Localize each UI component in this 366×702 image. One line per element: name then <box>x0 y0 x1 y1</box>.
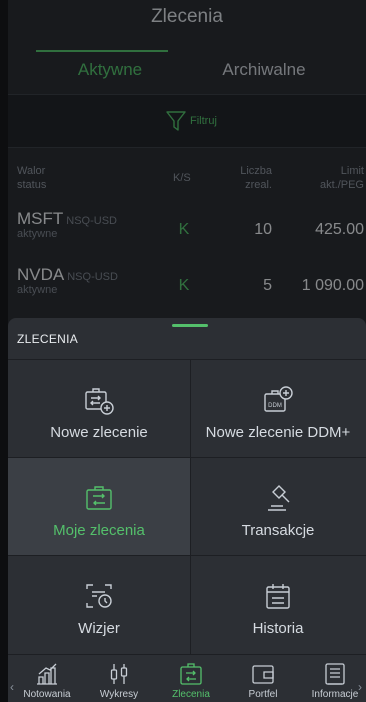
nav-scroll-left-icon[interactable]: ‹ <box>10 680 14 694</box>
calendar-icon <box>266 584 290 609</box>
divider <box>8 555 366 556</box>
sheet-drag-handle[interactable] <box>172 324 208 327</box>
new-order-icon <box>85 388 114 415</box>
nav-item-notowania[interactable]: Notowania <box>12 655 82 702</box>
gavel-icon <box>268 485 290 511</box>
tile-label: Nowe zlecenie <box>50 424 148 441</box>
tile-label: Historia <box>252 620 304 637</box>
nav-item-wykresy[interactable]: Wykresy <box>84 655 154 702</box>
wallet-icon <box>252 665 274 684</box>
nav-item-zlecenia[interactable]: Zlecenia <box>156 655 226 702</box>
scrim[interactable] <box>8 0 366 330</box>
nav-label: Portfel <box>248 689 278 700</box>
divider <box>8 457 366 458</box>
tile-transactions[interactable]: Transakcje <box>190 458 366 556</box>
nav-label: Notowania <box>23 689 71 700</box>
orders-icon <box>180 663 202 685</box>
nav-item-portfel[interactable]: Portfel <box>228 655 298 702</box>
tile-my-orders[interactable]: Moje zlecenia <box>8 458 190 556</box>
news-icon <box>325 663 345 685</box>
nav-scroll-right-icon[interactable]: › <box>358 680 362 694</box>
divider <box>8 359 366 360</box>
tile-label: Transakcje <box>241 522 315 539</box>
tile-viewer[interactable]: Wizjer <box>8 556 190 654</box>
divider <box>190 360 191 654</box>
tile-label: Moje zlecenia <box>53 522 145 539</box>
my-orders-icon <box>86 486 112 510</box>
bottom-nav: Notowania Wykresy Zlecenia Portfel Infor… <box>8 655 366 702</box>
chart-icon <box>37 663 57 685</box>
new-order-ddm-icon: DDM <box>264 386 293 412</box>
tile-history[interactable]: Historia <box>190 556 366 654</box>
tile-label: Wizjer <box>78 620 120 637</box>
nav-label: Zlecenia <box>172 689 210 700</box>
tile-new-order-ddm[interactable]: DDM Nowe zlecenie DDM+ <box>190 360 366 458</box>
sheet-title: ZLECENIA <box>17 332 79 346</box>
tile-label: Nowe zlecenie DDM+ <box>205 424 351 441</box>
viewer-icon <box>86 584 112 608</box>
nav-label: Wykresy <box>99 689 139 700</box>
svg-text:DDM: DDM <box>268 403 282 409</box>
candles-icon <box>110 664 128 684</box>
tile-new-order[interactable]: Nowe zlecenie <box>8 360 190 458</box>
nav-item-informacje[interactable]: Informacje <box>300 655 366 702</box>
nav-label: Informacje <box>311 689 359 700</box>
